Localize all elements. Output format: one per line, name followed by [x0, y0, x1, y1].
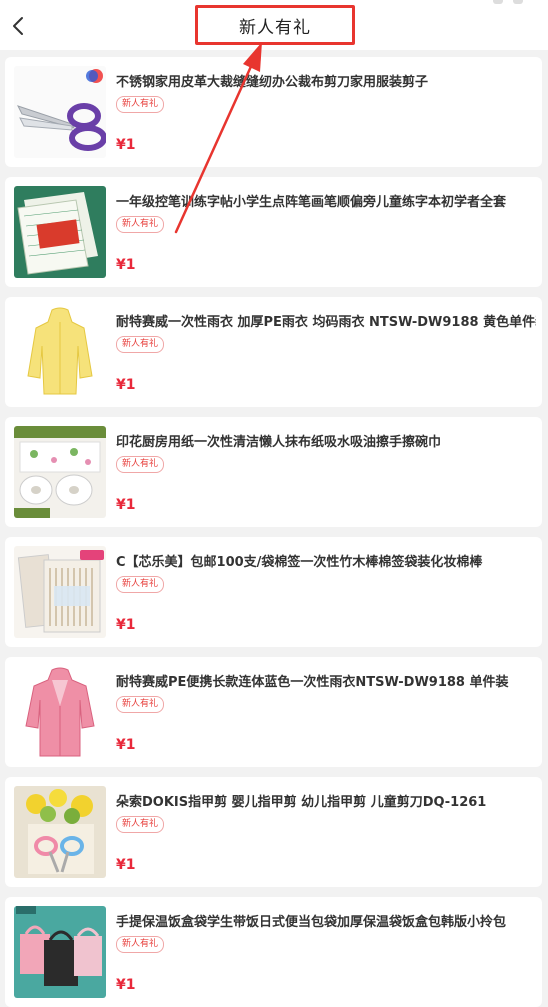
product-price: ¥1: [116, 377, 136, 393]
product-card[interactable]: 手提保温饭盒袋学生带饭日式便当包袋加厚保温袋饭盒包韩版小拎包 新人有礼 ¥1: [5, 897, 542, 1007]
new-user-tag: 新人有礼: [116, 816, 165, 833]
product-card[interactable]: 一年级控笔训练字帖小学生点阵笔画笔顺偏旁儿童练字本初学者全套 新人有礼 ¥1: [5, 177, 542, 287]
product-price: ¥1: [116, 617, 136, 633]
product-card[interactable]: 印花厨房用纸一次性清洁懒人抹布纸吸水吸油擦手擦碗巾 新人有礼 ¥1: [5, 417, 542, 527]
product-card[interactable]: 不锈钢家用皮革大裁缝缝纫办公裁布剪刀家用服装剪子 新人有礼 ¥1: [5, 57, 542, 167]
header-bar: 新人有礼: [0, 0, 548, 50]
product-image: [14, 906, 106, 998]
product-title: 一年级控笔训练字帖小学生点阵笔画笔顺偏旁儿童练字本初学者全套: [116, 195, 507, 210]
product-title: 手提保温饭盒袋学生带饭日式便当包袋加厚保温袋饭盒包韩版小拎包: [116, 915, 507, 930]
product-price: ¥1: [116, 497, 136, 513]
product-image: [14, 66, 106, 158]
product-image: [14, 186, 106, 278]
page-title: 新人有礼: [239, 17, 311, 38]
product-title: 耐特赛威PE便携长款连体蓝色一次性雨衣NTSW-DW9188 单件装: [116, 675, 509, 690]
product-card[interactable]: 耐特赛威一次性雨衣 加厚PE雨衣 均码雨衣 NTSW-DW9188 黄色单件装 …: [5, 297, 542, 407]
new-user-tag: 新人有礼: [116, 456, 165, 473]
new-user-tag: 新人有礼: [116, 96, 165, 113]
new-user-tag: 新人有礼: [116, 216, 165, 233]
product-card[interactable]: C【芯乐美】包邮100支/袋棉签一次性竹木棒棉签袋装化妆棉棒 新人有礼 ¥1: [5, 537, 542, 647]
status-indicator: [513, 0, 523, 4]
product-price: ¥1: [116, 257, 136, 273]
back-button[interactable]: [6, 12, 30, 40]
product-title: 耐特赛威一次性雨衣 加厚PE雨衣 均码雨衣 NTSW-DW9188 黄色单件装: [116, 315, 536, 330]
product-image: [14, 306, 106, 398]
chevron-left-icon: [13, 17, 23, 35]
product-price: ¥1: [116, 977, 136, 993]
product-image: [14, 786, 106, 878]
product-card[interactable]: 耐特赛威PE便携长款连体蓝色一次性雨衣NTSW-DW9188 单件装 新人有礼 …: [5, 657, 542, 767]
new-user-tag: 新人有礼: [116, 576, 165, 593]
product-image: [14, 666, 106, 758]
product-image: [14, 426, 106, 518]
product-price: ¥1: [116, 137, 136, 153]
product-price: ¥1: [116, 737, 136, 753]
product-title: 不锈钢家用皮革大裁缝缝纫办公裁布剪刀家用服装剪子: [116, 75, 429, 90]
page-title-highlight: 新人有礼: [195, 5, 355, 45]
new-user-tag: 新人有礼: [116, 936, 165, 953]
product-price: ¥1: [116, 857, 136, 873]
product-image: [14, 546, 106, 638]
new-user-tag: 新人有礼: [116, 696, 165, 713]
new-user-tag: 新人有礼: [116, 336, 165, 353]
product-title: C【芯乐美】包邮100支/袋棉签一次性竹木棒棉签袋装化妆棉棒: [116, 555, 483, 570]
product-title: 朵索DOKIS指甲剪 婴儿指甲剪 幼儿指甲剪 儿童剪刀DQ-1261: [116, 795, 487, 810]
product-card[interactable]: 朵索DOKIS指甲剪 婴儿指甲剪 幼儿指甲剪 儿童剪刀DQ-1261 新人有礼 …: [5, 777, 542, 887]
status-indicator: [493, 0, 503, 4]
product-title: 印花厨房用纸一次性清洁懒人抹布纸吸水吸油擦手擦碗巾: [116, 435, 442, 450]
